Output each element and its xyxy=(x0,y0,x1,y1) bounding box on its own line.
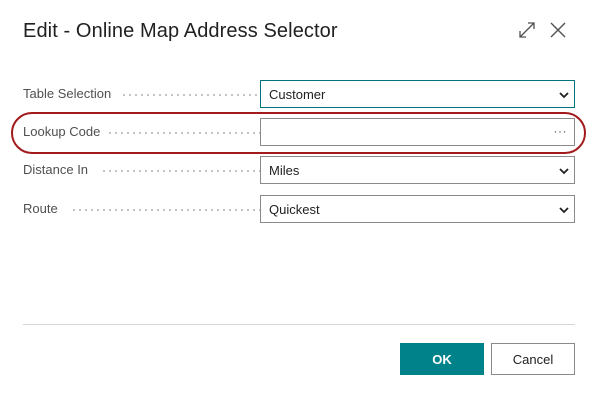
table-selection-label: Table Selection xyxy=(23,86,112,101)
distance-in-label: Distance In xyxy=(23,162,89,177)
ok-button[interactable]: OK xyxy=(400,343,484,375)
table-selection-select[interactable]: Customer xyxy=(260,80,575,108)
close-icon[interactable] xyxy=(548,20,568,40)
row-table-selection: Table Selection Customer xyxy=(23,80,575,108)
route-value: Quickest xyxy=(269,202,320,217)
distance-in-select[interactable]: Miles xyxy=(260,156,575,184)
chevron-down-icon xyxy=(559,92,569,99)
route-select[interactable]: Quickest xyxy=(260,195,575,223)
route-label: Route xyxy=(23,201,58,216)
leader-dots xyxy=(107,132,263,134)
row-route: Route Quickest xyxy=(23,195,575,223)
leader-dots xyxy=(101,170,263,172)
chevron-down-icon xyxy=(559,207,569,214)
expand-icon[interactable] xyxy=(517,20,537,40)
table-selection-value: Customer xyxy=(269,87,326,102)
chevron-down-icon xyxy=(559,168,569,175)
dialog: Edit - Online Map Address Selector Table… xyxy=(0,0,595,398)
footer-divider xyxy=(23,324,575,325)
lookup-code-label: Lookup Code xyxy=(23,124,101,139)
leader-dots xyxy=(121,94,263,96)
row-lookup-code: Lookup Code ··· xyxy=(23,118,575,146)
cancel-button[interactable]: Cancel xyxy=(491,343,575,375)
distance-in-value: Miles xyxy=(269,163,300,178)
row-distance-in: Distance In Miles xyxy=(23,156,575,184)
lookup-code-field[interactable]: ··· xyxy=(260,118,575,146)
dialog-title: Edit - Online Map Address Selector xyxy=(23,20,338,42)
leader-dots xyxy=(71,209,263,211)
lookup-ellipsis-button[interactable]: ··· xyxy=(554,124,568,138)
